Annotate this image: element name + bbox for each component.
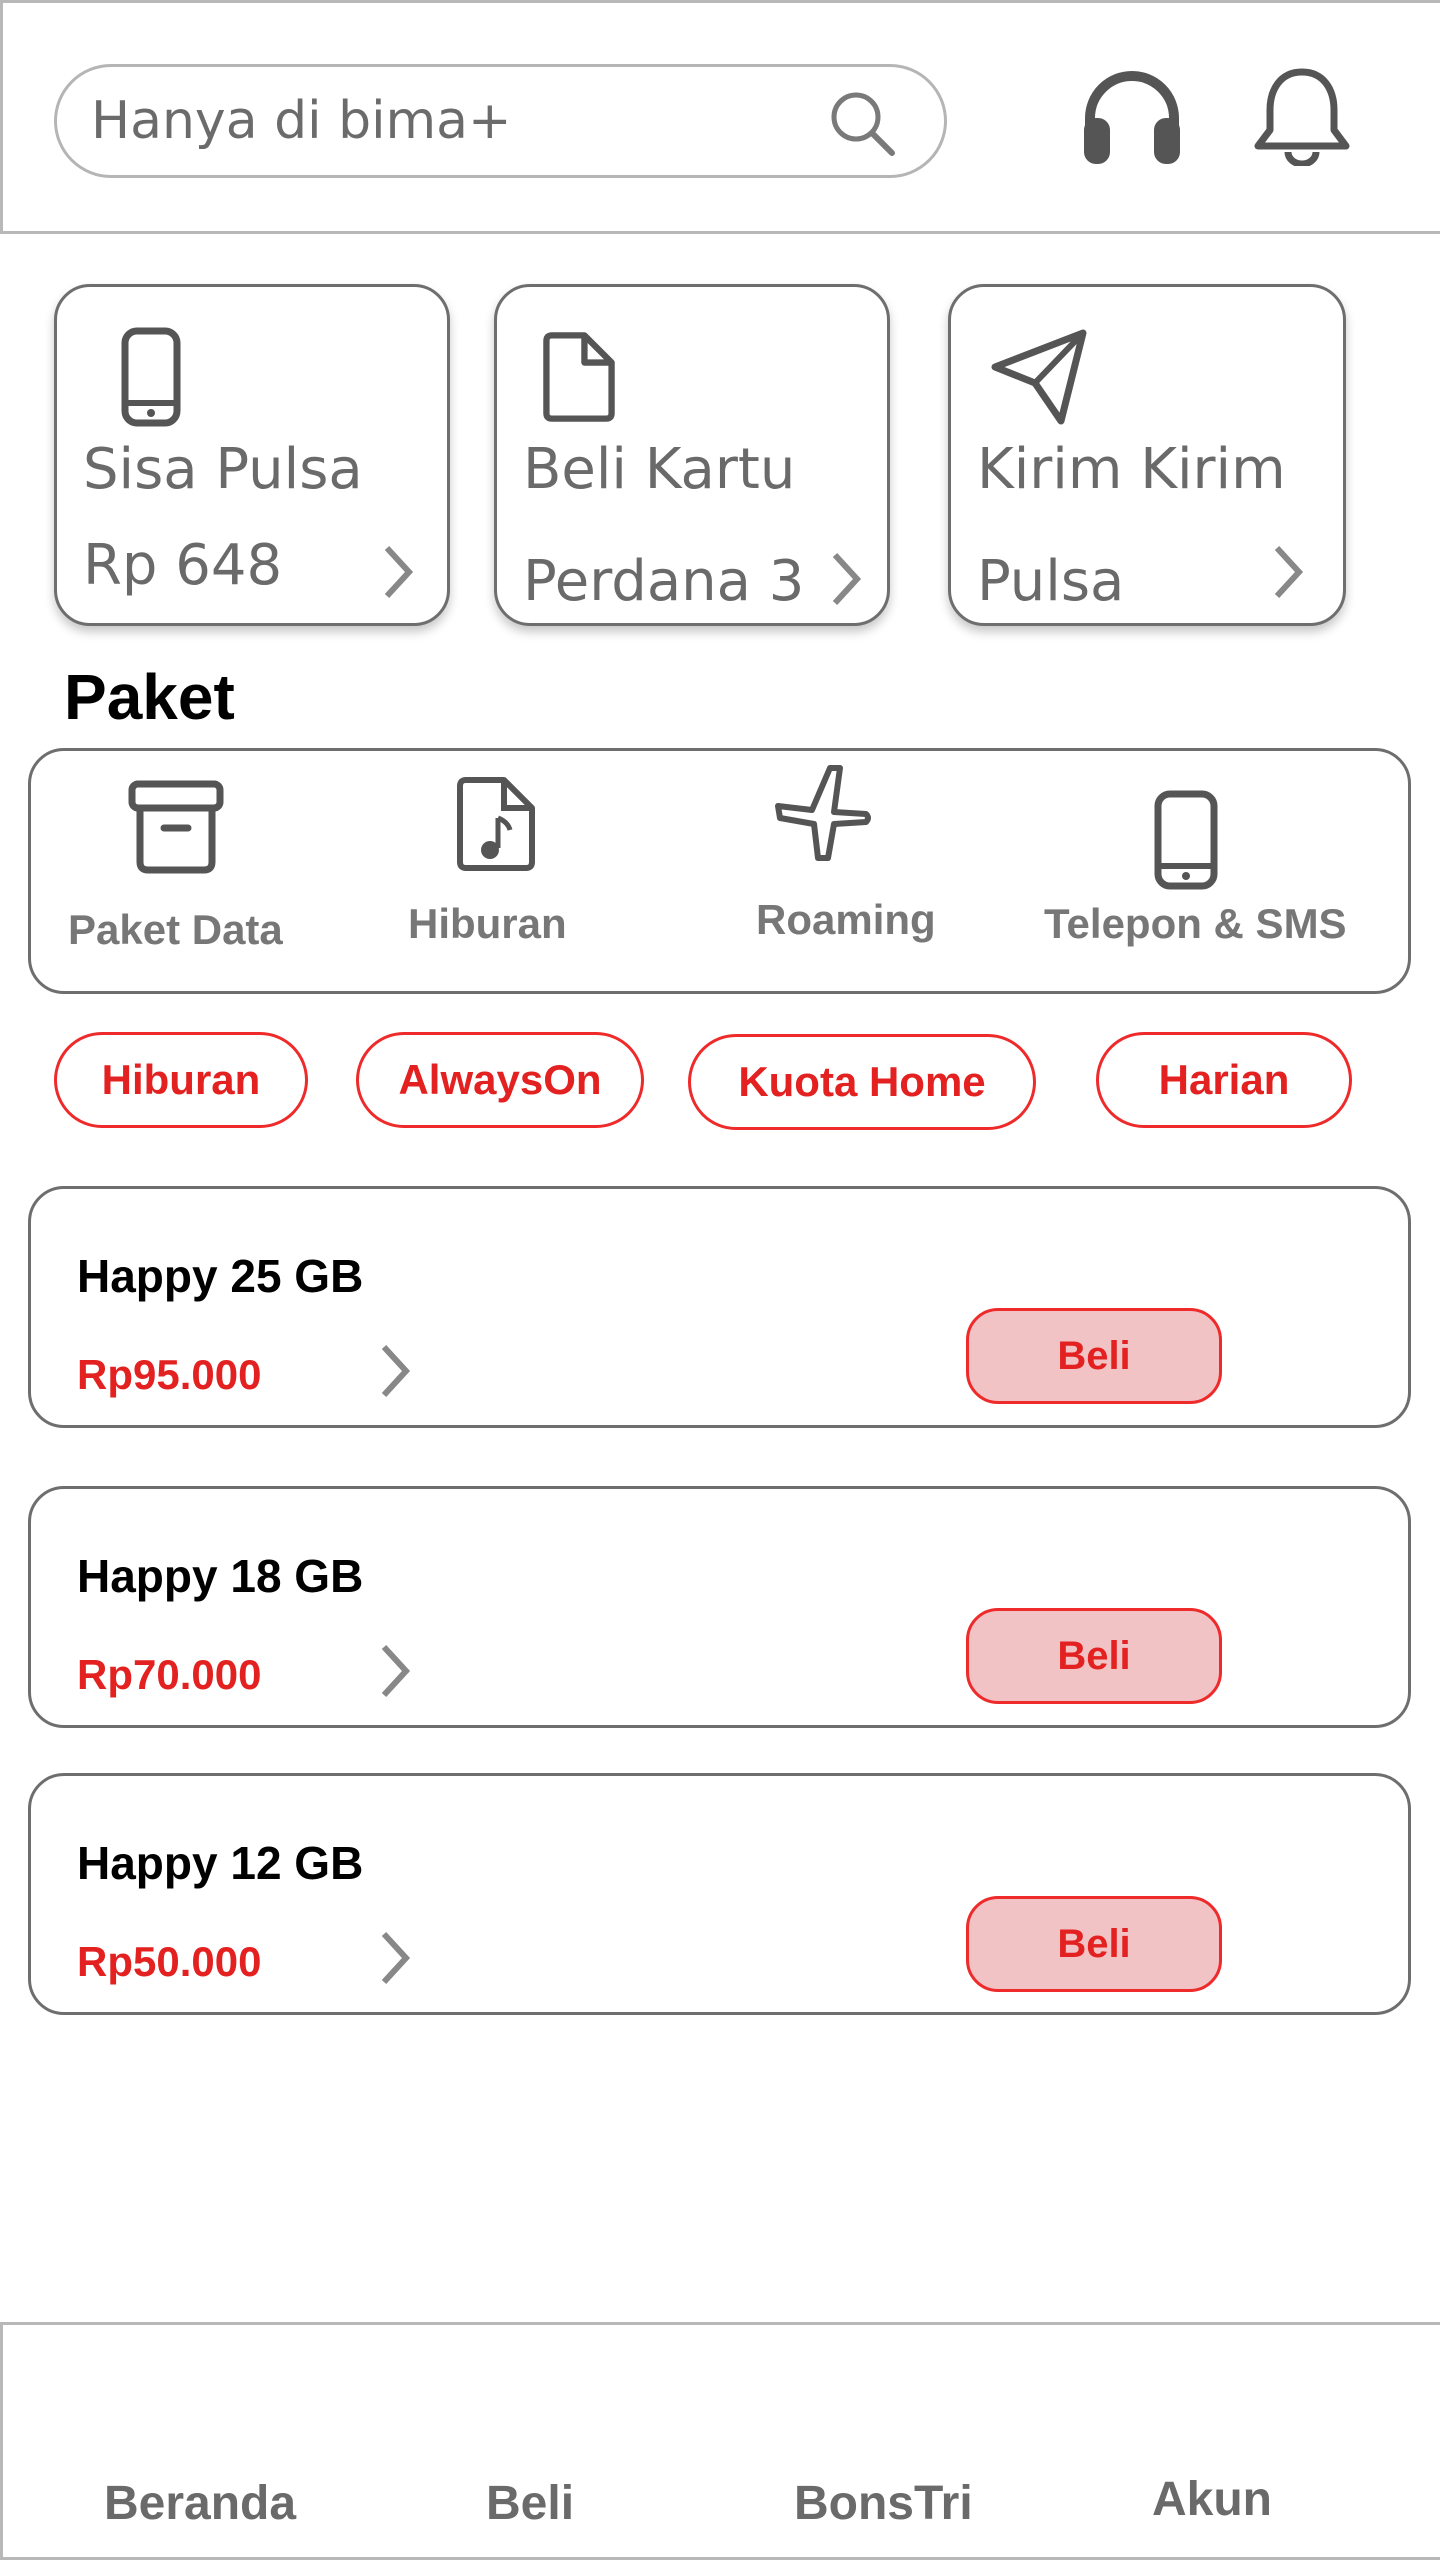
- filter-pill-alwayson[interactable]: AlwaysOn: [356, 1032, 644, 1128]
- quick-card-subtitle: Pulsa: [977, 549, 1125, 614]
- chevron-right-icon[interactable]: [376, 1341, 412, 1401]
- quick-card-subtitle: Perdana 3: [523, 549, 805, 614]
- quick-card-title: Kirim Kirim: [977, 437, 1286, 502]
- quick-card-beli-kartu[interactable]: Beli Kartu Perdana 3: [494, 284, 890, 626]
- filter-pill-harian[interactable]: Harian: [1096, 1032, 1352, 1128]
- product-price: Rp50.000: [77, 1938, 262, 1985]
- section-title-paket: Paket: [64, 661, 235, 733]
- chevron-right-icon: [384, 545, 414, 599]
- search-input[interactable]: [91, 85, 851, 157]
- category-label: Hiburan: [408, 900, 567, 947]
- search-bar[interactable]: [54, 64, 947, 178]
- nav-item-akun[interactable]: Akun: [1152, 2472, 1272, 2527]
- phone-icon: [121, 327, 181, 427]
- send-icon: [991, 329, 1087, 425]
- quick-card-title: Sisa Pulsa: [83, 437, 363, 502]
- category-hiburan[interactable]: Hiburan: [400, 776, 600, 976]
- category-label: Paket Data: [68, 906, 283, 953]
- filter-pill-kuota-home[interactable]: Kuota Home: [688, 1034, 1036, 1130]
- nav-item-bonstri[interactable]: BonsTri: [794, 2476, 973, 2531]
- chevron-right-icon[interactable]: [376, 1641, 412, 1701]
- category-telepon-sms[interactable]: Telepon & SMS: [1040, 790, 1380, 980]
- buy-button[interactable]: Beli: [966, 1896, 1222, 1992]
- archive-icon: [128, 780, 224, 874]
- file-icon: [543, 332, 615, 422]
- category-label: Telepon & SMS: [1044, 900, 1347, 947]
- nav-item-beranda[interactable]: Beranda: [104, 2476, 296, 2531]
- quick-card-subtitle: Rp 648: [83, 533, 283, 598]
- category-paket-data[interactable]: Paket Data: [60, 776, 310, 976]
- chevron-right-icon: [1274, 545, 1304, 599]
- music-file-icon: [457, 777, 535, 871]
- chevron-right-icon: [832, 552, 862, 606]
- phone-icon: [1154, 790, 1218, 890]
- quick-card-title: Beli Kartu: [523, 437, 796, 502]
- buy-button[interactable]: Beli: [966, 1308, 1222, 1404]
- product-name: Happy 12 GB: [77, 1837, 364, 1889]
- category-label: Roaming: [756, 896, 936, 943]
- product-price: Rp95.000: [77, 1351, 262, 1398]
- headset-icon[interactable]: [1078, 66, 1186, 166]
- filter-pill-hiburan[interactable]: Hiburan: [54, 1032, 308, 1128]
- bell-icon[interactable]: [1248, 66, 1356, 166]
- airplane-icon: [775, 765, 871, 861]
- category-roaming[interactable]: Roaming: [750, 762, 950, 962]
- chevron-right-icon[interactable]: [376, 1928, 412, 1988]
- product-name: Happy 25 GB: [77, 1250, 364, 1302]
- quick-card-sisa-pulsa[interactable]: Sisa Pulsa Rp 648: [54, 284, 450, 626]
- product-price: Rp70.000: [77, 1651, 262, 1698]
- nav-item-beli[interactable]: Beli: [486, 2476, 574, 2531]
- quick-card-kirim-pulsa[interactable]: Kirim Kirim Pulsa: [948, 284, 1346, 626]
- search-icon[interactable]: [826, 87, 898, 159]
- product-name: Happy 18 GB: [77, 1550, 364, 1602]
- buy-button[interactable]: Beli: [966, 1608, 1222, 1704]
